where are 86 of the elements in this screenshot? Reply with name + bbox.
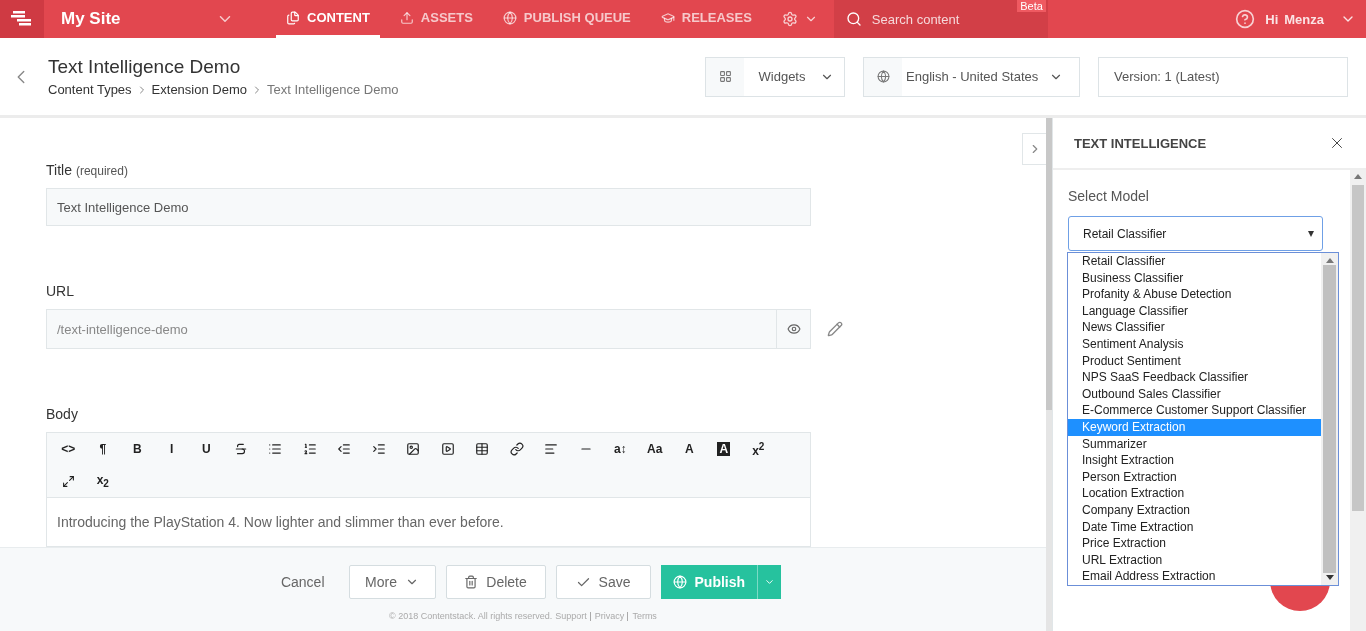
search-field[interactable]: Search content Beta xyxy=(833,0,1048,38)
model-option[interactable]: Insight Extraction xyxy=(1068,452,1321,469)
documents-icon xyxy=(286,10,300,25)
numbered-list-icon xyxy=(302,442,317,456)
bullet-list-icon xyxy=(268,442,283,456)
version-field[interactable]: Version: 1 (Latest) xyxy=(1098,56,1348,97)
image-icon xyxy=(406,442,421,456)
save-button[interactable]: Save xyxy=(555,565,651,599)
globe-icon xyxy=(502,10,517,25)
panel-title: TEXT INTELLIGENCE xyxy=(1074,135,1207,151)
outdent-icon xyxy=(337,442,352,456)
format-button[interactable]: ¶ xyxy=(85,433,120,465)
settings-icon xyxy=(781,11,798,27)
model-option[interactable]: Sentiment Analysis xyxy=(1068,335,1321,353)
field-label: Body xyxy=(46,406,79,422)
format-button[interactable]: x$_{2}$ xyxy=(85,465,120,497)
locale-dropdown[interactable]: English - United States xyxy=(863,56,1080,97)
model-option[interactable]: Outbound Sales Classifier xyxy=(1068,385,1321,403)
copyright-text: © 2018 Contentstack. All rights reserved. xyxy=(389,611,553,621)
publish-options-button[interactable] xyxy=(757,565,782,599)
format-button[interactable]: B xyxy=(120,433,155,465)
pencil-icon xyxy=(827,321,843,337)
field-label: URL xyxy=(46,283,75,299)
model-option[interactable]: Language Classifier xyxy=(1068,302,1321,320)
edit-pencil-button[interactable] xyxy=(827,321,843,337)
model-option[interactable]: Profanity & Abuse Detection xyxy=(1068,286,1321,303)
upload-icon xyxy=(399,10,414,25)
breadcrumb-link[interactable]: Extension Demo xyxy=(151,82,247,97)
scrollbar[interactable] xyxy=(1321,253,1338,585)
table-icon xyxy=(475,442,490,456)
select-label: Select Model xyxy=(1068,188,1150,204)
globe-icon xyxy=(672,575,687,589)
model-option[interactable]: Person Extraction xyxy=(1068,468,1321,486)
format-button[interactable]: I xyxy=(154,433,189,465)
model-option[interactable]: Retail Classifier xyxy=(1068,253,1321,270)
eye-icon xyxy=(786,322,801,336)
format-button[interactable]: A xyxy=(672,433,707,465)
model-option[interactable]: URL Extraction xyxy=(1068,551,1321,569)
model-option[interactable]: Date Time Extraction xyxy=(1068,518,1321,536)
indent-icon xyxy=(371,442,386,456)
more-button[interactable]: More xyxy=(348,565,436,599)
breadcrumb-link[interactable]: Text Intelligence Demo xyxy=(267,82,399,97)
format-button[interactable]: x$^{2}$ xyxy=(741,433,776,465)
model-option[interactable]: E-Commerce Customer Support Classifier xyxy=(1068,402,1321,419)
nav-tab[interactable]: CONTENT xyxy=(276,0,380,38)
model-option[interactable]: Product Sentiment xyxy=(1068,352,1321,370)
video-icon xyxy=(440,442,455,456)
widgets-dropdown[interactable]: Widgets xyxy=(705,56,845,97)
panel-scrollbar[interactable] xyxy=(1350,170,1366,631)
globe-icon xyxy=(876,70,890,83)
page-title: Text Intelligence Demo xyxy=(48,56,242,78)
graduation-cap-icon xyxy=(660,10,675,25)
body-text: Introducing the PlayStation 4. Now lighter and slimmer than ever before. xyxy=(56,513,505,532)
format-button[interactable]: Aa xyxy=(637,433,672,465)
model-option[interactable]: Location Extraction xyxy=(1068,485,1321,502)
breadcrumb-link[interactable]: Content Types xyxy=(48,82,132,97)
strikethrough-icon xyxy=(233,442,248,456)
align-left-icon xyxy=(544,442,559,456)
model-option[interactable]: News Classifier xyxy=(1068,319,1321,336)
format-button[interactable]: a↕ xyxy=(603,433,638,465)
format-button[interactable]: A xyxy=(706,433,741,465)
model-option[interactable]: Summarizer xyxy=(1068,435,1321,453)
greeting: Hi xyxy=(1265,10,1279,29)
trash-icon xyxy=(464,575,479,589)
format-button[interactable]: U xyxy=(189,433,224,465)
search-icon xyxy=(845,11,862,27)
title-input[interactable]: Text Intelligence Demo xyxy=(46,188,811,226)
cancel-button[interactable]: Cancel xyxy=(274,573,331,591)
required-hint: (required) xyxy=(75,164,128,178)
model-option[interactable]: Business Classifier xyxy=(1068,269,1321,287)
rich-text-editor[interactable]: <> ¶ B I U a↕ Aa A A x$^{2}$ x$_{2}$ Introducing the PlayStation 4. Now lighter and slimmer than ever before. xyxy=(46,432,811,547)
model-option[interactable]: NPS SaaS Feedback Classifier xyxy=(1068,369,1321,386)
field-label: Title xyxy=(46,162,72,178)
delete-button[interactable]: Delete xyxy=(445,565,546,599)
grid-icon xyxy=(718,70,732,83)
model-option[interactable]: Email Address Extraction xyxy=(1068,568,1321,585)
beta-badge: Beta xyxy=(1017,0,1046,12)
model-option[interactable]: Price Extraction xyxy=(1068,535,1321,552)
expand-icon xyxy=(61,474,75,488)
help-icon xyxy=(1235,9,1256,29)
logo-icon[interactable] xyxy=(0,0,44,38)
format-button[interactable]: <> xyxy=(51,433,86,465)
model-option[interactable]: Company Extraction xyxy=(1068,501,1321,519)
site-name: My Site xyxy=(61,9,121,29)
model-select[interactable]: Retail Classifier xyxy=(1068,216,1323,251)
link-icon xyxy=(509,442,524,456)
